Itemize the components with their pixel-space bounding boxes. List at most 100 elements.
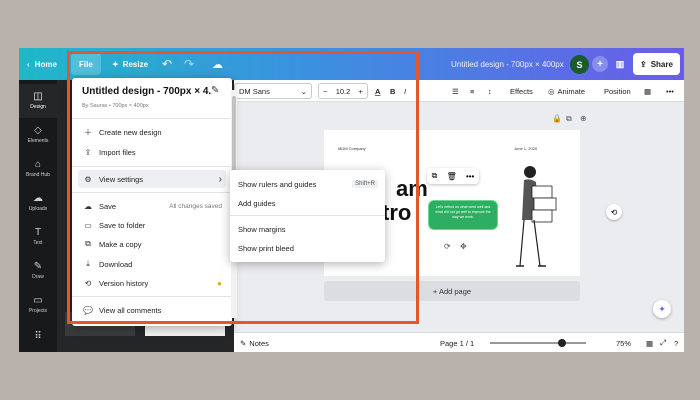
copy-icon[interactable]: ⧉ — [432, 171, 438, 181]
document-title[interactable]: Untitled design - 700px × 400px — [451, 48, 564, 80]
nav-projects[interactable]: ▭ Projects — [19, 288, 57, 322]
add-page-icon[interactable]: ⊕ — [580, 114, 587, 123]
font-size-stepper[interactable]: − 10.2 + — [318, 83, 368, 99]
fullscreen-icon[interactable]: ⤢ — [660, 333, 666, 352]
grid-view-icon[interactable]: ▦ — [646, 333, 653, 352]
edit-pencil-icon[interactable]: ✎ — [211, 85, 219, 96]
zoom-thumb[interactable] — [558, 339, 566, 347]
home-button[interactable]: ‹ Home — [27, 48, 57, 80]
menu-item-label: View settings — [99, 174, 144, 184]
editor-toolbar: DM Sans ⌄ − 10.2 + A B I ☰ ≡ ↕ Effects ◎… — [234, 80, 684, 102]
more-icon[interactable]: ••• — [466, 172, 474, 181]
upload-icon: ☁ — [33, 193, 43, 204]
align-icon[interactable]: ☰ — [452, 80, 459, 102]
nav-design[interactable]: ◫ Design — [19, 84, 57, 118]
list-icon[interactable]: ≡ — [470, 80, 474, 102]
headline-text-2[interactable]: tro — [382, 202, 411, 224]
menu-item-download[interactable]: ⤓ Download — [78, 255, 226, 273]
notes-icon: ✎ — [240, 338, 247, 348]
minus-icon[interactable]: − — [323, 87, 327, 96]
home-label: Home — [34, 59, 57, 69]
file-menu-dropdown: Untitled design - 700px × 4... ✎ By Saur… — [72, 78, 232, 326]
bubble-text[interactable]: Let's reflect on what went well and what… — [435, 205, 490, 219]
effects-button[interactable]: Effects — [510, 80, 533, 102]
chevron-right-icon: › — [218, 173, 222, 185]
person-illustration — [516, 166, 557, 267]
font-select[interactable]: DM Sans ⌄ — [234, 83, 312, 99]
footer-bar: ✎ Notes Page 1 / 1 75% ▦ ⤢ ? — [234, 332, 684, 352]
nav-label: Projects — [28, 308, 48, 314]
menu-scroll-thumb[interactable] — [232, 96, 236, 176]
menu-item-save-to-folder[interactable]: ▭ Save to folder — [78, 216, 226, 234]
file-menu-button[interactable]: File — [71, 53, 101, 75]
submenu-item-add-guides[interactable]: Add guides — [238, 195, 378, 211]
page-indicator[interactable]: Page 1 / 1 — [440, 333, 474, 352]
nav-uploads[interactable]: ☁ Uploads — [19, 186, 57, 220]
share-button[interactable]: ⇪ Share — [633, 53, 680, 75]
undo-icon[interactable]: ↶ — [162, 48, 172, 80]
insights-icon[interactable]: ▥ — [612, 56, 628, 72]
plus-icon[interactable]: + — [359, 87, 363, 96]
invite-plus-icon[interactable]: + — [592, 56, 608, 72]
menu-item-import-files[interactable]: ⇪ Import files — [78, 143, 226, 161]
menu-item-save[interactable]: ☁ Save All changes saved — [78, 197, 226, 215]
menu-item-label: Save — [99, 201, 117, 211]
menu-design-title[interactable]: Untitled design - 700px × 4... — [82, 86, 212, 97]
refresh-icon[interactable]: ⟲ — [606, 204, 622, 220]
history-icon: ⟲ — [84, 278, 92, 288]
share-icon: ⇪ — [640, 59, 647, 69]
animate-button[interactable]: ◎ Animate — [548, 80, 585, 102]
headline-text-1[interactable]: am — [396, 178, 428, 200]
resize-icon: ✦ — [112, 59, 119, 69]
menu-design-subtitle: By Saurav • 700px × 400px — [82, 103, 149, 109]
speech-bubble[interactable]: Let's reflect on what went well and what… — [428, 200, 498, 230]
zoom-slider[interactable] — [490, 333, 586, 352]
chevron-left-icon: ‹ — [27, 59, 30, 69]
notes-button[interactable]: ✎ Notes — [240, 333, 269, 352]
trash-icon[interactable]: 🗑 — [447, 172, 457, 181]
move-icon[interactable]: ✥ — [460, 242, 467, 251]
menu-item-label: Make a copy — [99, 239, 142, 249]
menu-item-create-new-design[interactable]: ＋ Create new design — [78, 123, 226, 141]
menu-divider — [72, 192, 232, 193]
position-button[interactable]: Position — [604, 80, 631, 102]
text-color-icon[interactable]: A — [375, 80, 380, 102]
rotate-icon[interactable]: ⟳ — [444, 242, 451, 251]
add-page-button[interactable]: + Add page — [324, 281, 580, 301]
menu-item-label: Version history — [99, 278, 149, 288]
nav-apps[interactable]: ⠿ — [19, 320, 57, 352]
zoom-level[interactable]: 75% — [616, 333, 631, 352]
menu-item-label: Create new design — [99, 127, 162, 137]
font-size-value[interactable]: 10.2 — [336, 87, 351, 96]
magic-assistant-icon[interactable]: ✦ — [653, 300, 671, 318]
redo-icon[interactable]: ↷ — [184, 48, 194, 80]
avatar[interactable]: S — [570, 55, 589, 74]
premium-crown-icon: ● — [217, 278, 222, 288]
nav-brand-hub[interactable]: ⌂ Brand Hub — [19, 152, 57, 186]
submenu-item-show-print-bleed[interactable]: Show print bleed — [238, 240, 378, 256]
upload-icon: ⇪ — [84, 147, 92, 157]
spacing-icon[interactable]: ↕ — [488, 80, 492, 102]
bold-icon[interactable]: B — [390, 80, 395, 102]
side-nav: ◫ Design ◇ Elements ⌂ Brand Hub ☁ Upload… — [19, 80, 57, 352]
resize-button[interactable]: ✦ Resize — [112, 48, 148, 80]
zoom-track[interactable] — [490, 339, 586, 347]
nav-elements[interactable]: ◇ Elements — [19, 118, 57, 152]
cloud-sync-icon[interactable]: ☁ — [212, 48, 223, 80]
menu-item-label: Save to folder — [99, 220, 146, 230]
menu-item-view-settings[interactable]: ⚙ View settings › — [78, 170, 226, 188]
submenu-item-show-rulers[interactable]: Show rulers and guides Shift+R — [238, 176, 378, 192]
menu-item-make-a-copy[interactable]: ⧉ Make a copy — [78, 235, 226, 253]
lock-icon[interactable]: 🔒 — [552, 114, 562, 123]
transparency-icon[interactable]: ▦ — [644, 80, 651, 102]
nav-draw[interactable]: ✎ Draw — [19, 254, 57, 288]
animate-icon: ◎ — [548, 86, 555, 96]
submenu-item-show-margins[interactable]: Show margins — [238, 221, 378, 237]
menu-item-version-history[interactable]: ⟲ Version history ● — [78, 274, 226, 292]
help-question-icon[interactable]: ? — [674, 333, 678, 352]
nav-text[interactable]: T Text — [19, 220, 57, 254]
italic-icon[interactable]: I — [404, 80, 406, 102]
more-icon[interactable]: ••• — [666, 80, 674, 102]
duplicate-page-icon[interactable]: ⧉ — [566, 114, 572, 124]
menu-item-view-all-comments[interactable]: 💬 View all comments — [78, 301, 226, 319]
